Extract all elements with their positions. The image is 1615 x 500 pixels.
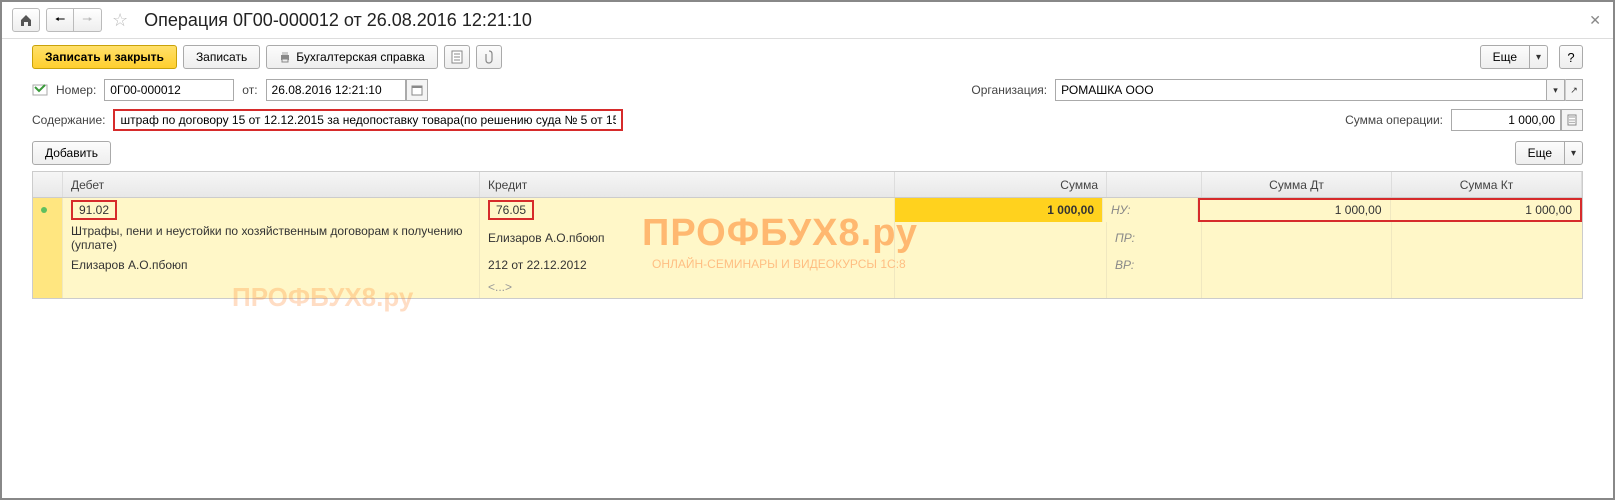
credit-account-cell[interactable]: 76.05	[488, 200, 534, 220]
org-open-icon[interactable]: ↗	[1565, 79, 1583, 101]
more-dropdown-top[interactable]: ▾	[1530, 45, 1548, 69]
status-icon	[32, 83, 48, 97]
favorite-star-icon[interactable]: ☆	[112, 10, 128, 31]
add-row-button[interactable]: Добавить	[32, 141, 111, 165]
table-row[interactable]: 91.02 76.05 1 000,00 НУ: 1 000,00 1 000,…	[33, 198, 1582, 222]
entries-table: Дебет Кредит Сумма Сумма Дт Сумма Кт 91.…	[32, 171, 1583, 299]
sum-cell[interactable]: 1 000,00	[895, 198, 1103, 222]
content-input[interactable]	[113, 109, 623, 131]
forward-button[interactable]: 🠖	[74, 8, 102, 32]
th-sumkt[interactable]: Сумма Кт	[1392, 172, 1582, 197]
content-label: Содержание:	[32, 113, 105, 127]
credit-subconto3[interactable]: <...>	[480, 276, 895, 298]
table-row[interactable]: Елизаров А.О.пбоюп 212 от 22.12.2012 ВР:	[33, 254, 1582, 276]
sumdt-cell[interactable]: 1 000,00	[1200, 200, 1391, 220]
th-sumdt[interactable]: Сумма Дт	[1202, 172, 1392, 197]
org-dropdown-icon[interactable]: ▾	[1547, 79, 1565, 101]
subfactor-pr: ПР:	[1107, 222, 1202, 254]
debit-account-cell[interactable]: 91.02	[71, 200, 117, 220]
th-credit[interactable]: Кредит	[480, 172, 895, 197]
template-button[interactable]	[444, 45, 470, 69]
row-marker-icon	[41, 207, 47, 213]
date-input[interactable]	[266, 79, 406, 101]
more-button-top[interactable]: Еще	[1480, 45, 1530, 69]
table-header: Дебет Кредит Сумма Сумма Дт Сумма Кт	[33, 172, 1582, 198]
th-sum[interactable]: Сумма	[895, 172, 1107, 197]
more-dropdown-table[interactable]: ▾	[1565, 141, 1583, 165]
close-icon[interactable]: ✕	[1589, 12, 1601, 29]
number-label: Номер:	[56, 83, 96, 97]
th-debit[interactable]: Дебет	[63, 172, 480, 197]
table-row[interactable]: Штрафы, пени и неустойки по хозяйственны…	[33, 222, 1582, 254]
sumkt-cell[interactable]: 1 000,00	[1391, 200, 1581, 220]
attach-button[interactable]	[476, 45, 502, 69]
save-button[interactable]: Записать	[183, 45, 260, 69]
accounting-note-button[interactable]: Бухгалтерская справка	[266, 45, 438, 69]
save-close-button[interactable]: Записать и закрыть	[32, 45, 177, 69]
subfactor-vr: ВР:	[1107, 254, 1202, 276]
help-button[interactable]: ?	[1559, 45, 1583, 69]
calc-icon[interactable]	[1561, 109, 1583, 131]
back-button[interactable]: 🠔	[46, 8, 74, 32]
from-label: от:	[242, 83, 257, 97]
org-label: Организация:	[971, 83, 1047, 97]
sum-label: Сумма операции:	[1345, 113, 1443, 127]
home-button[interactable]	[12, 8, 40, 32]
debit-subconto2[interactable]: Елизаров А.О.пбоюп	[63, 254, 480, 276]
calendar-icon[interactable]	[406, 79, 428, 101]
credit-subconto1[interactable]: Елизаров А.О.пбоюп	[480, 222, 895, 254]
sum-input[interactable]	[1451, 109, 1561, 131]
debit-subconto1[interactable]: Штрафы, пени и неустойки по хозяйственны…	[63, 222, 480, 254]
subfactor-nu: НУ:	[1103, 198, 1198, 222]
accounting-note-label: Бухгалтерская справка	[296, 50, 425, 64]
page-title: Операция 0Г00-000012 от 26.08.2016 12:21…	[144, 10, 532, 31]
org-input[interactable]	[1055, 79, 1547, 101]
more-button-table[interactable]: Еще	[1515, 141, 1565, 165]
credit-subconto2[interactable]: 212 от 22.12.2012	[480, 254, 895, 276]
printer-icon	[279, 51, 291, 63]
number-input[interactable]	[104, 79, 234, 101]
table-row[interactable]: <...>	[33, 276, 1582, 298]
